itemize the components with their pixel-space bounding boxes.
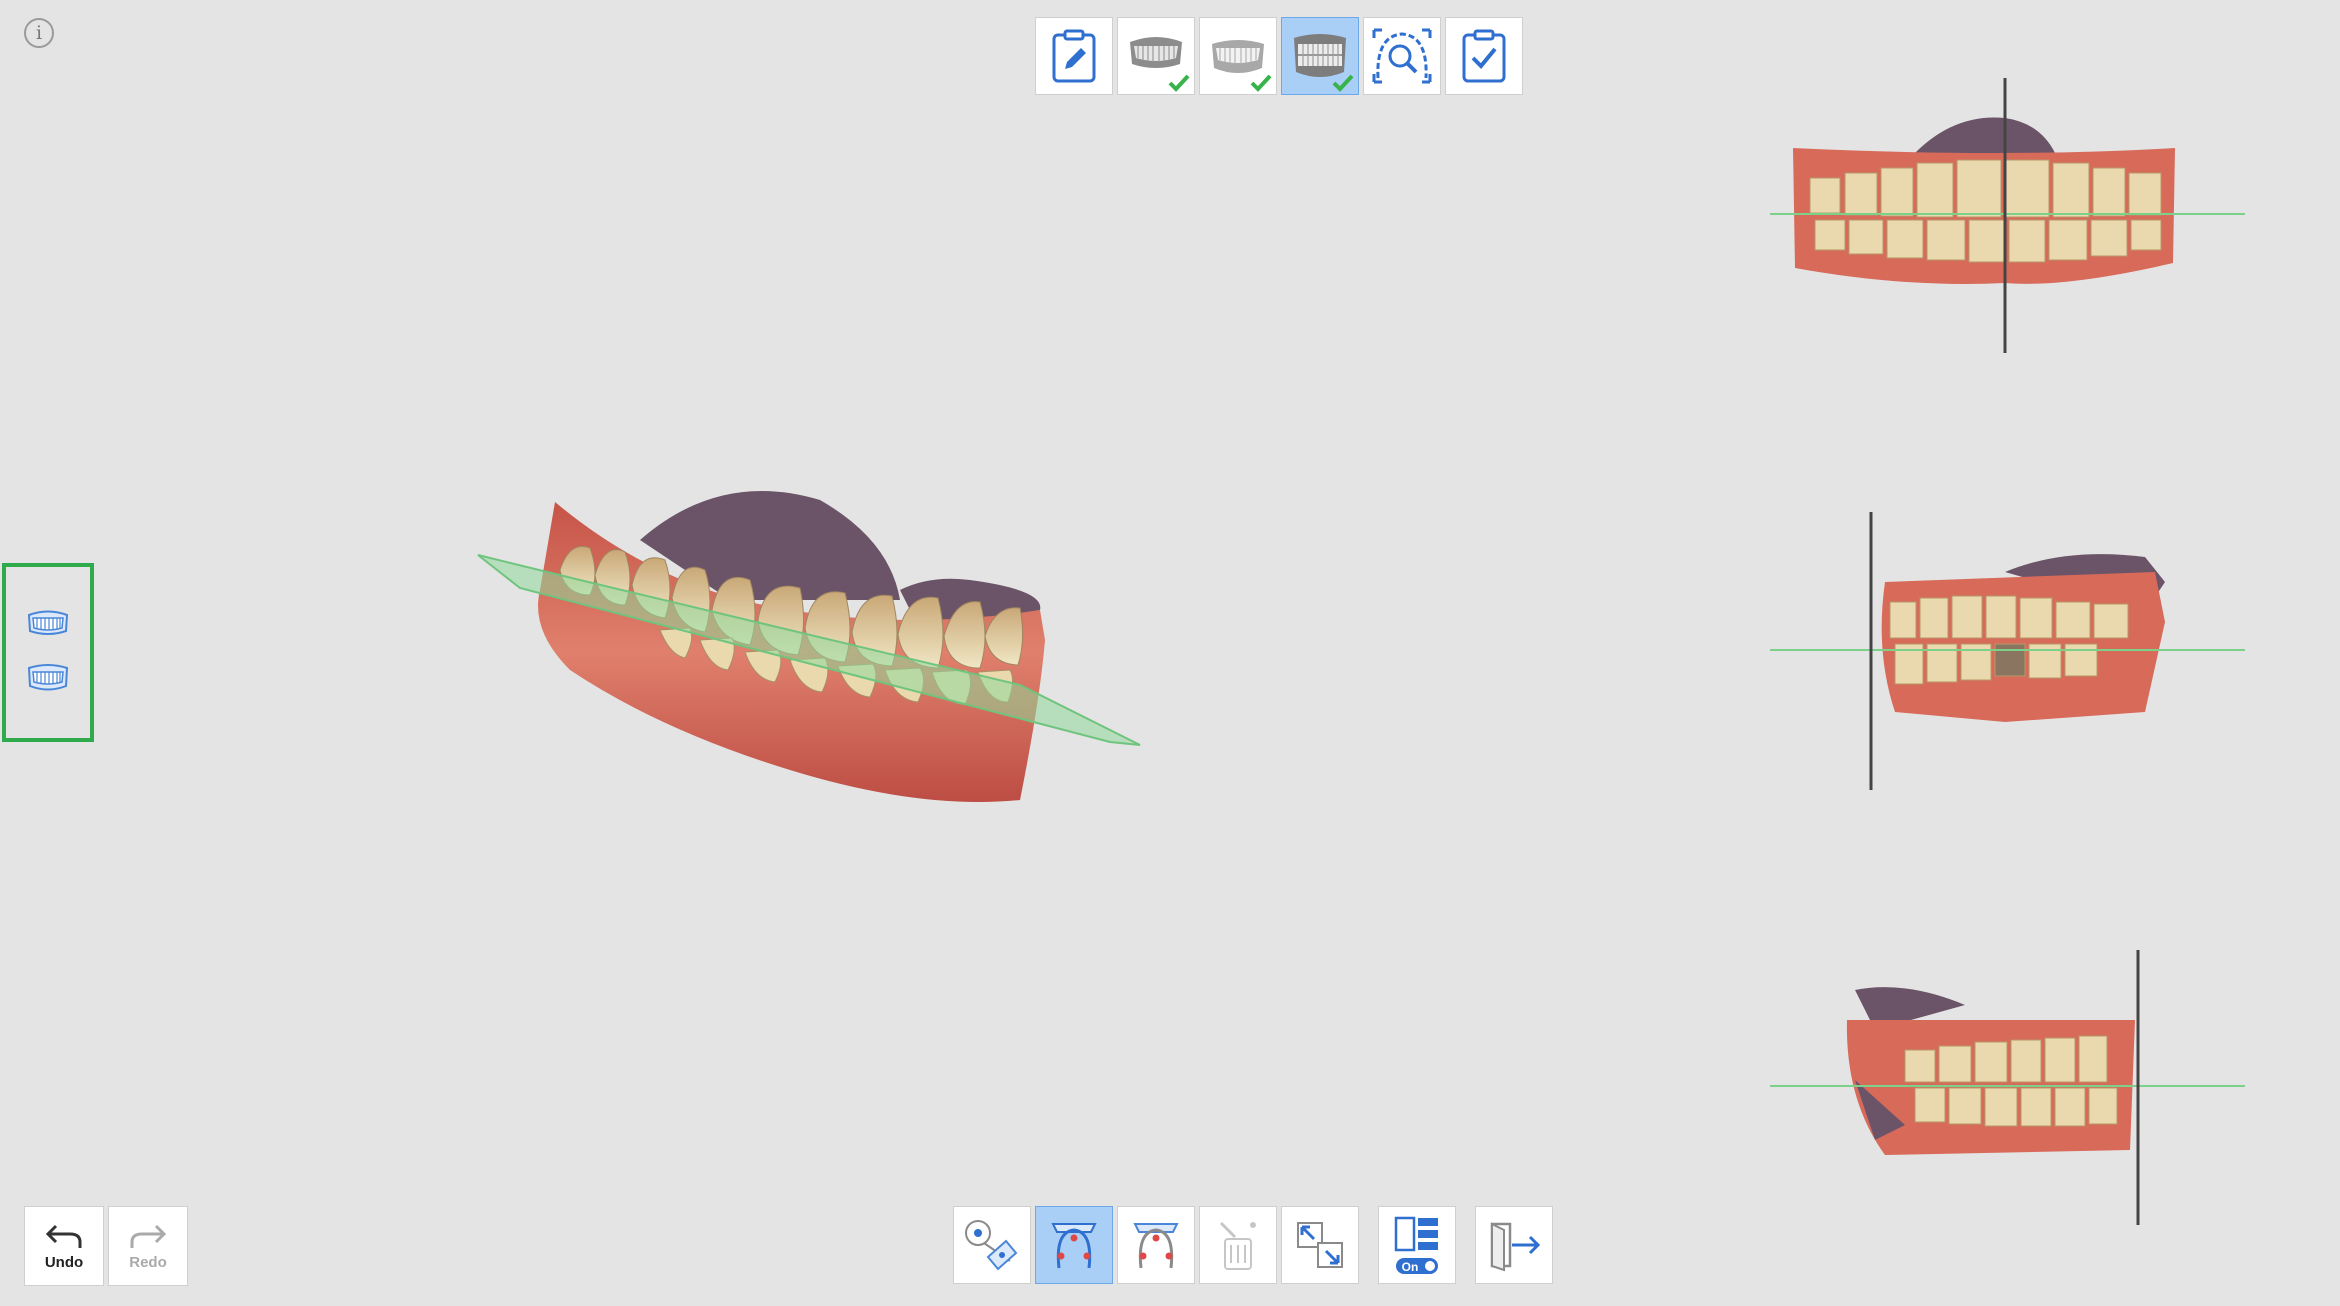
analysis-stage-button[interactable]: [1363, 17, 1441, 95]
info-button[interactable]: i: [24, 18, 54, 48]
move-arrows-icon: [1297, 1222, 1343, 1268]
eraser-brush-icon: [1219, 1221, 1256, 1270]
occlusion-icon: [1294, 34, 1346, 77]
layout-toggle[interactable]: On: [1378, 1206, 1456, 1284]
undo-button[interactable]: Undo: [24, 1206, 104, 1286]
lower-occlusal-plane-tool[interactable]: [1117, 1206, 1195, 1284]
redo-icon: [130, 1224, 167, 1248]
lower-jaw-stage-button[interactable]: [1199, 17, 1277, 95]
undo-icon: [45, 1224, 82, 1248]
redo-button[interactable]: Redo: [108, 1206, 188, 1286]
upper-arch-plane-icon: [1051, 1223, 1097, 1269]
check-icon: [1332, 74, 1354, 92]
check-icon: [1168, 74, 1190, 92]
lower-jaw-visibility[interactable]: [26, 660, 70, 697]
exit-button[interactable]: [1475, 1206, 1553, 1284]
redo-label: Redo: [129, 1253, 167, 1271]
layout-panel-icon: On: [1394, 1216, 1438, 1274]
upper-jaw-outline-icon: [27, 610, 69, 635]
lower-arch-plane-icon: [1133, 1223, 1179, 1269]
undo-redo-group: Undo Redo: [24, 1206, 188, 1286]
order-form-button[interactable]: [1035, 17, 1113, 95]
move-tool[interactable]: [1281, 1206, 1359, 1284]
clipboard-check-icon: [1462, 29, 1506, 83]
exit-door-icon: [1490, 1222, 1541, 1272]
lower-jaw-icon: [1212, 40, 1264, 73]
point-align-icon: [965, 1220, 1018, 1271]
check-icon: [1250, 74, 1272, 92]
clipboard-pencil-icon: [1052, 29, 1096, 83]
undo-label: Undo: [44, 1253, 84, 1271]
layout-toggle-state: On: [1402, 1260, 1419, 1274]
upper-jaw-visibility[interactable]: [26, 609, 70, 646]
review-complete-button[interactable]: [1445, 17, 1523, 95]
main-3d-model-view[interactable]: [460, 480, 1160, 820]
trim-tool[interactable]: [1199, 1206, 1277, 1284]
upper-jaw-icon: [1130, 37, 1182, 68]
upper-jaw-stage-button[interactable]: [1117, 17, 1195, 95]
right-side-view[interactable]: [1765, 512, 2245, 790]
occlusion-stage-button[interactable]: [1281, 17, 1359, 95]
jaw-visibility-panel: [2, 563, 94, 742]
upper-occlusal-plane-tool[interactable]: [1035, 1206, 1113, 1284]
arch-magnifier-icon: [1372, 28, 1432, 84]
stage-toolbar: [1035, 17, 1523, 95]
lower-jaw-outline-icon: [27, 663, 69, 690]
point-alignment-tool[interactable]: [953, 1206, 1031, 1284]
left-side-view[interactable]: [1765, 950, 2245, 1225]
front-view[interactable]: [1765, 78, 2245, 353]
tool-toolbar: On: [953, 1206, 1553, 1284]
